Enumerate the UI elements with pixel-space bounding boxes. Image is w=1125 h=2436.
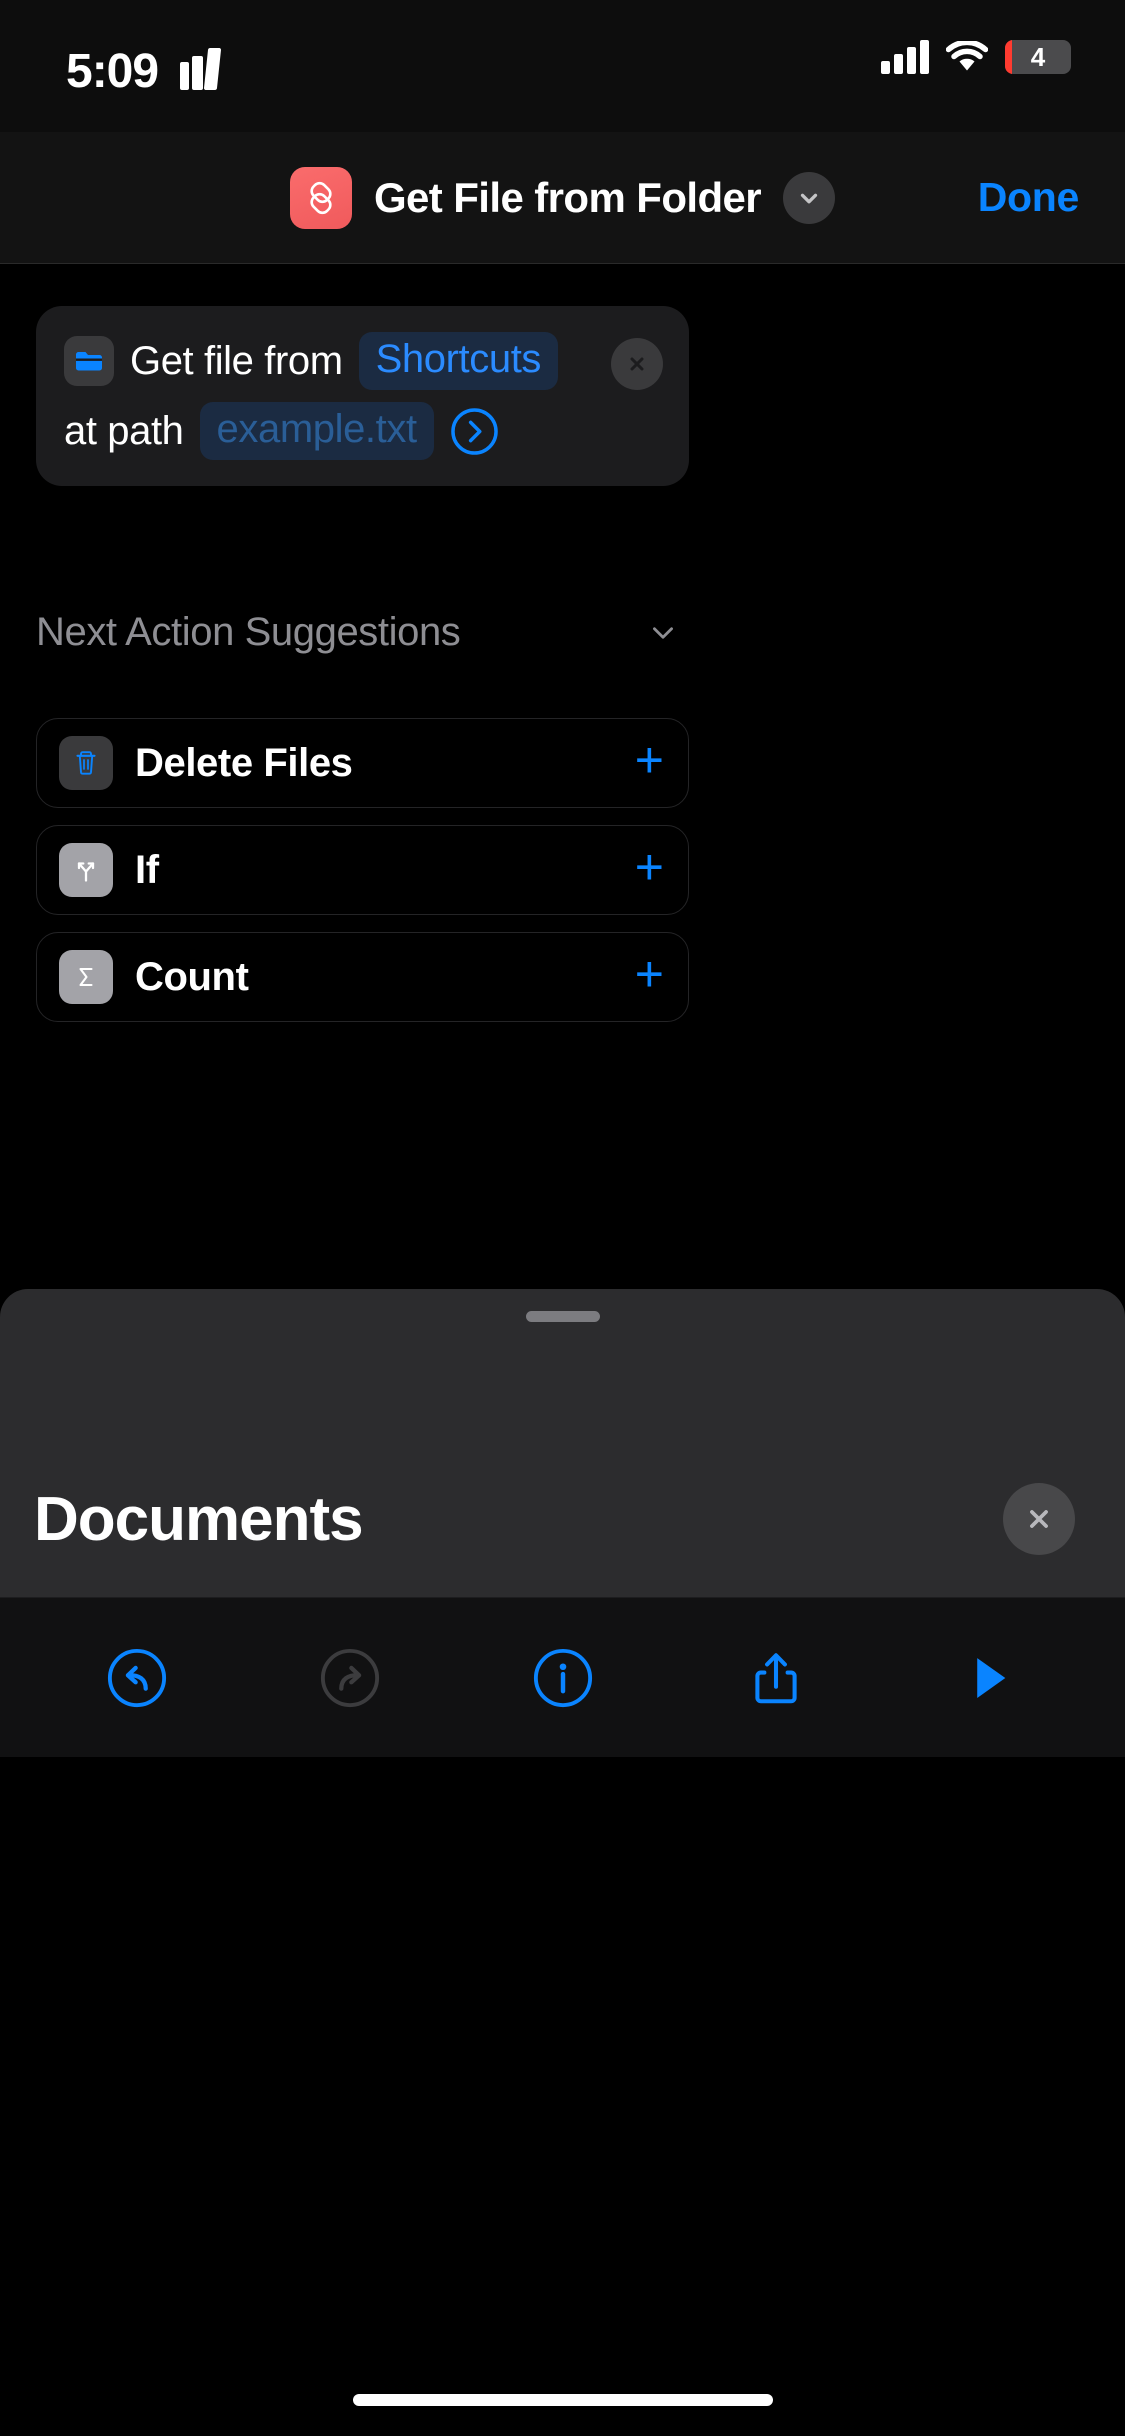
shortcuts-editor-screen: 5:09 4 Get File from Folder Done Get fil… [0, 0, 1125, 2436]
sigma-icon [59, 950, 113, 1004]
action-text-prefix: Get file from [130, 338, 343, 383]
cellular-signal-icon [881, 40, 929, 74]
action-row-source: Get file from Shortcuts [64, 332, 663, 390]
next-action-suggestions-header: Next Action Suggestions [36, 610, 689, 655]
folder-icon [64, 336, 114, 386]
wifi-icon [945, 39, 989, 73]
list-item[interactable]: Delete Files + [36, 718, 689, 808]
suggestions-list: Delete Files + If + Count + [36, 718, 689, 1039]
redo-button[interactable] [295, 1623, 405, 1733]
share-button[interactable] [721, 1623, 831, 1733]
editor-toolbar [0, 1597, 1125, 1757]
add-action-button[interactable]: + [635, 949, 664, 1005]
path-input-field[interactable]: example.txt [199, 402, 434, 460]
shortcuts-app-icon [289, 166, 352, 229]
action-row-path: at path example.txt [64, 402, 663, 460]
sheet-header: Documents [0, 1441, 1125, 1597]
chevron-down-icon[interactable] [783, 171, 836, 224]
branch-icon [59, 843, 113, 897]
status-bar-indicators: 4 [881, 39, 1071, 74]
suggestions-title: Next Action Suggestions [36, 610, 461, 654]
close-icon[interactable] [1003, 1483, 1075, 1555]
home-indicator [352, 2394, 773, 2406]
undo-button[interactable] [82, 1623, 192, 1733]
sheet-title: Documents [34, 1484, 364, 1554]
close-icon[interactable] [611, 338, 663, 390]
action-card-get-file[interactable]: Get file from Shortcuts at path example.… [36, 306, 689, 486]
list-item[interactable]: If + [36, 825, 689, 915]
source-token-shortcuts[interactable]: Shortcuts [358, 332, 559, 390]
add-action-button[interactable]: + [635, 735, 664, 791]
action-text-at-path: at path [64, 408, 184, 453]
add-action-button[interactable]: + [635, 842, 664, 898]
run-button[interactable] [934, 1623, 1044, 1733]
bottom-sheet: Documents [0, 1289, 1125, 2436]
list-item-label: Count [135, 954, 249, 999]
done-button[interactable]: Done [978, 174, 1080, 221]
chevron-right-circle-icon[interactable] [450, 407, 499, 456]
info-button[interactable] [508, 1623, 618, 1733]
list-item-label: Delete Files [135, 740, 353, 785]
list-item[interactable]: Count + [36, 932, 689, 1022]
status-bar-time: 5:09 [66, 45, 159, 98]
battery-indicator: 4 [1005, 40, 1071, 74]
books-icon [180, 48, 222, 90]
battery-level-text: 4 [1030, 41, 1046, 72]
trash-icon [59, 736, 113, 790]
sheet-top [0, 1289, 1125, 1441]
sheet-grabber[interactable] [525, 1311, 600, 1322]
list-item-label: If [135, 847, 159, 892]
status-bar: 5:09 4 [0, 0, 1125, 132]
battery-low-fill [1005, 40, 1012, 74]
chevron-down-icon[interactable] [637, 617, 689, 649]
nav-title-group[interactable]: Get File from Folder [0, 166, 1125, 229]
navigation-bar: Get File from Folder Done [0, 132, 1125, 264]
page-title: Get File from Folder [373, 173, 762, 221]
